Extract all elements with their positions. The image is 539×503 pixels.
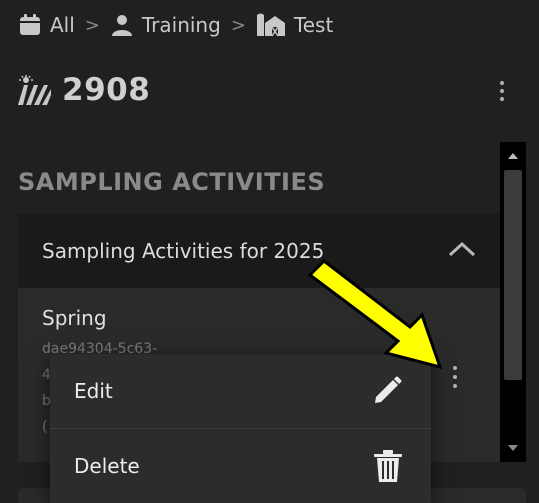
dot bbox=[500, 89, 504, 93]
dot bbox=[500, 81, 504, 85]
field-more-options-button[interactable] bbox=[493, 79, 511, 103]
breadcrumb-separator: > bbox=[84, 14, 100, 36]
pencil-icon bbox=[375, 376, 402, 403]
dot bbox=[500, 97, 504, 101]
scrollbar-thumb[interactable] bbox=[504, 170, 522, 380]
person-icon bbox=[111, 15, 132, 36]
field-header: 2908 bbox=[18, 68, 150, 112]
breadcrumb-separator: > bbox=[230, 14, 246, 36]
annotation-arrow-icon bbox=[307, 259, 443, 370]
menu-item-label: Delete bbox=[74, 453, 140, 478]
section-title: SAMPLING ACTIVITIES bbox=[18, 168, 326, 196]
menu-item-delete[interactable]: Delete bbox=[50, 428, 431, 502]
page-title: 2908 bbox=[62, 72, 151, 108]
breadcrumb-label: Training bbox=[141, 13, 221, 37]
breadcrumb-label: All bbox=[50, 13, 75, 37]
dot bbox=[453, 366, 457, 370]
chevron-up-icon[interactable] bbox=[448, 241, 476, 261]
breadcrumb-item-training[interactable]: Training bbox=[110, 13, 221, 37]
scrollbar[interactable] bbox=[500, 142, 526, 462]
farm-building-icon bbox=[256, 13, 285, 37]
breadcrumb-item-all[interactable]: All bbox=[18, 13, 75, 37]
breadcrumb: All > Training > Test bbox=[18, 10, 333, 40]
dot bbox=[453, 384, 457, 388]
activity-more-options-button[interactable] bbox=[450, 366, 460, 388]
accordion-title: Sampling Activities for 2025 bbox=[42, 239, 325, 263]
calendar-icon bbox=[20, 14, 40, 35]
field-rows-icon bbox=[18, 75, 51, 105]
breadcrumb-item-test[interactable]: Test bbox=[256, 13, 333, 37]
trash-icon bbox=[374, 449, 402, 482]
breadcrumb-label: Test bbox=[293, 13, 334, 37]
menu-item-label: Edit bbox=[74, 379, 113, 403]
scroll-down-icon[interactable] bbox=[500, 438, 526, 458]
dot bbox=[453, 375, 457, 379]
context-menu: Edit Delete bbox=[50, 354, 431, 503]
scroll-up-icon[interactable] bbox=[500, 146, 526, 166]
